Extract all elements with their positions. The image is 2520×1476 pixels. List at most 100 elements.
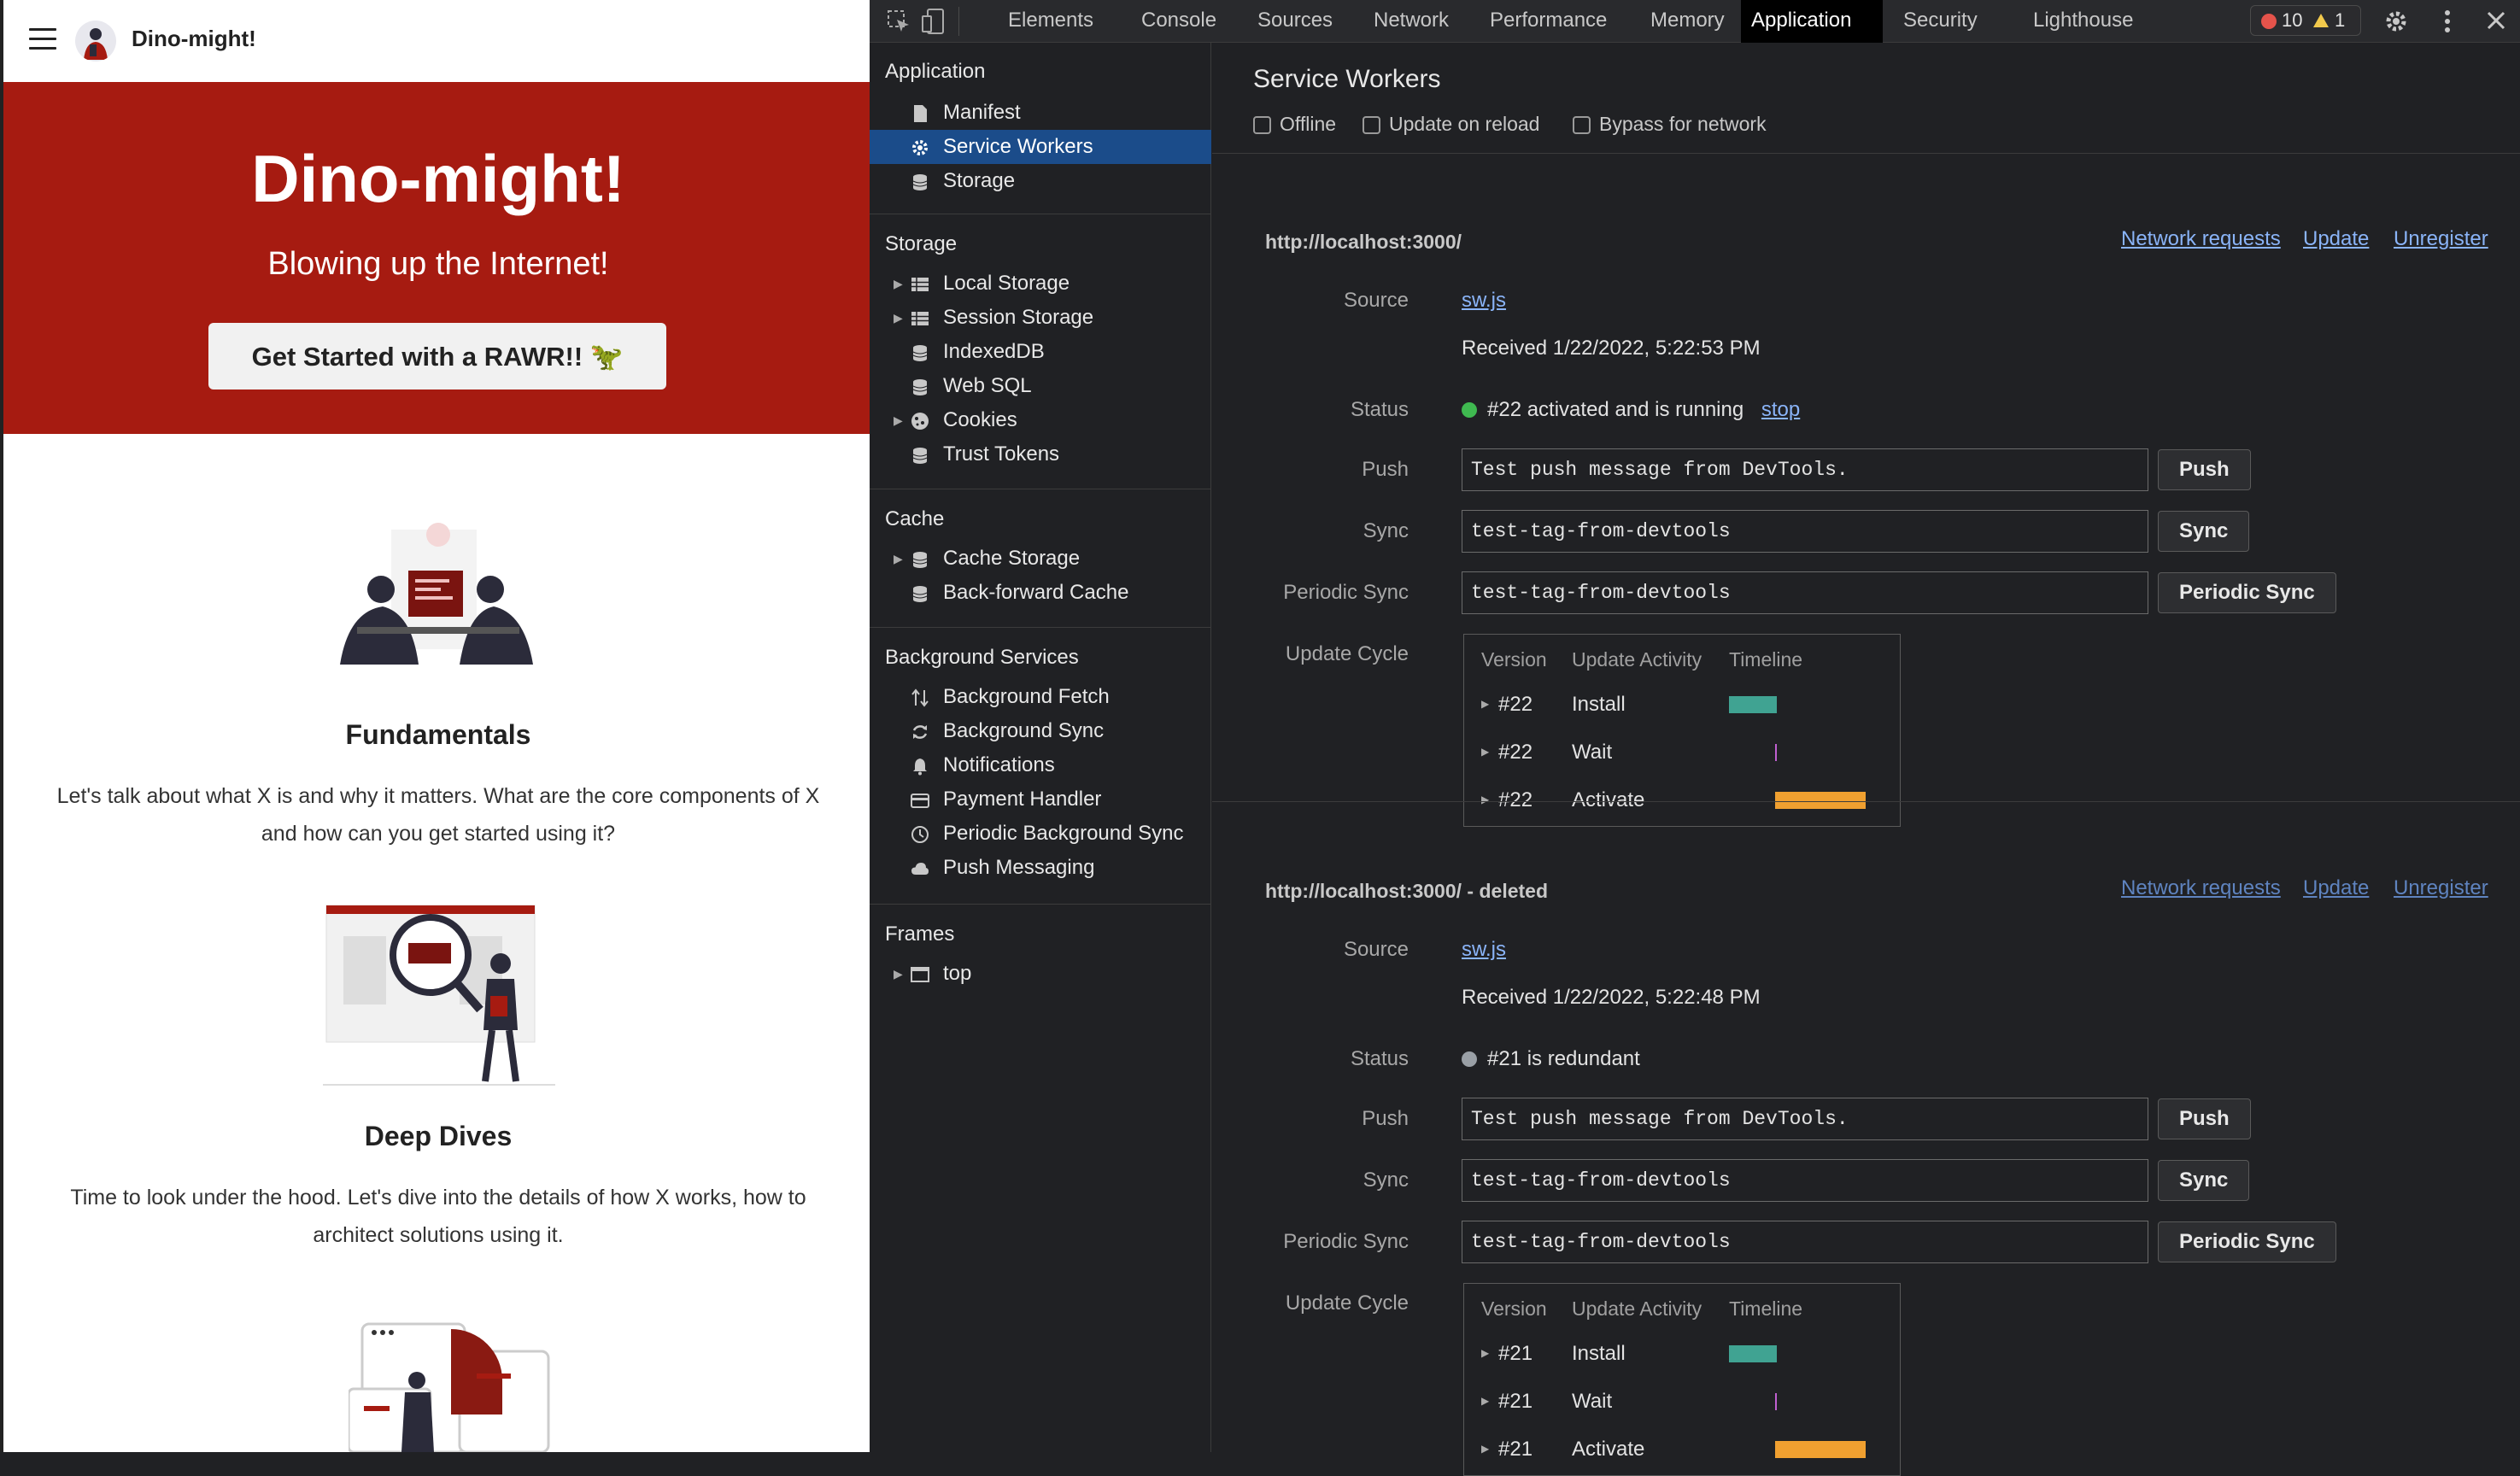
settings-gear-icon[interactable] [2383, 9, 2409, 34]
fundamentals-title: Fundamentals [345, 719, 531, 750]
sidebar-item-manifest[interactable]: Manifest [870, 96, 1211, 130]
source-link[interactable]: sw.js [1462, 938, 1506, 962]
error-icon [2261, 14, 2277, 29]
worker-status: #22 activated and is running stop [1462, 398, 1800, 422]
cycle-row-activity: Install [1572, 1342, 1626, 1365]
service-worker-entry-deleted: http://localhost:3000/ - deleted Network… [1212, 803, 2520, 1476]
unregister-link[interactable]: Unregister [2394, 876, 2488, 900]
push-button[interactable]: Push [2158, 1098, 2251, 1139]
update-link[interactable]: Update [2303, 876, 2369, 900]
sidebar-item-periodic-background-sync[interactable]: Periodic Background Sync [870, 817, 1211, 851]
hamburger-menu-icon[interactable] [29, 28, 56, 50]
sidebar-item-trust-tokens[interactable]: Trust Tokens [870, 437, 1211, 472]
wait-timeline-bar [1775, 744, 1777, 761]
worker-origin: http://localhost:3000/ - deleted [1265, 880, 1548, 902]
tab-console[interactable]: Console [1133, 0, 1225, 43]
unregister-link[interactable]: Unregister [2394, 227, 2488, 251]
periodic-sync-tag-input[interactable]: test-tag-from-devtools [1462, 1221, 2148, 1263]
bell-icon [913, 758, 927, 776]
expand-triangle-icon[interactable]: ▶ [894, 301, 903, 335]
get-started-button[interactable]: Get Started with a RAWR!! 🦖 [208, 323, 666, 390]
tab-application[interactable]: Application [1741, 0, 1883, 43]
source-label: Source [1343, 938, 1409, 961]
device-toolbar-icon[interactable] [921, 8, 946, 35]
sidebar-item-service-workers[interactable]: Service Workers [870, 130, 1211, 164]
tab-performance[interactable]: Performance [1481, 0, 1615, 43]
update-link[interactable]: Update [2303, 227, 2369, 251]
sidebar-heading-cache: Cache [885, 507, 945, 530]
expand-triangle-icon[interactable]: ▶ [894, 542, 903, 576]
sidebar-item-web-sql[interactable]: Web SQL [870, 369, 1211, 403]
issue-counter[interactable]: 10 1 [2250, 5, 2361, 36]
periodic-sync-button[interactable]: Periodic Sync [2158, 1221, 2336, 1262]
sidebar-item-cache-storage[interactable]: ▶ Cache Storage [870, 542, 1211, 576]
inspect-element-icon[interactable] [887, 9, 911, 33]
expand-triangle-icon[interactable]: ▶ [894, 403, 903, 437]
sidebar-item-session-storage[interactable]: ▶ Session Storage [870, 301, 1211, 335]
cycle-row-version[interactable]: ▶ #21 [1481, 1390, 1533, 1414]
sidebar-item-payment-handler[interactable]: Payment Handler [870, 782, 1211, 817]
tab-security[interactable]: Security [1895, 0, 1986, 43]
push-button[interactable]: Push [2158, 449, 2251, 490]
install-timeline-bar [1729, 696, 1777, 713]
sync-label: Sync [1363, 1168, 1409, 1192]
expand-triangle-icon[interactable]: ▶ [894, 957, 903, 991]
cycle-row-version[interactable]: ▶ #21 [1481, 1342, 1533, 1366]
tab-network[interactable]: Network [1365, 0, 1457, 43]
cycle-row-activity: Install [1572, 693, 1626, 716]
bypass-for-network-checkbox[interactable]: Bypass for network [1573, 113, 1767, 136]
tab-elements[interactable]: Elements [999, 0, 1102, 43]
push-message-input[interactable]: Test push message from DevTools. [1462, 448, 2148, 491]
sidebar-item-notifications[interactable]: Notifications [870, 748, 1211, 782]
network-requests-link[interactable]: Network requests [2121, 227, 2281, 251]
source-label: Source [1343, 289, 1409, 312]
sidebar-item-local-storage[interactable]: ▶ Local Storage [870, 266, 1211, 301]
expand-triangle-icon[interactable]: ▶ [894, 266, 903, 301]
update-cycle-table: Version Update Activity Timeline ▶ #22 In… [1463, 634, 1901, 827]
sync-button[interactable]: Sync [2158, 1160, 2250, 1201]
sidebar-item-background-sync[interactable]: Background Sync [870, 714, 1211, 748]
sidebar-item-cookies[interactable]: ▶ Cookies [870, 403, 1211, 437]
cycle-row-version[interactable]: ▶ #22 [1481, 693, 1533, 717]
sidebar-item-push-messaging[interactable]: Push Messaging [870, 851, 1211, 885]
service-workers-header: Service Workers Offline Update on reload… [1212, 43, 2520, 154]
warning-icon [2313, 14, 2329, 27]
update-on-reload-checkbox[interactable]: Update on reload [1363, 113, 1539, 136]
periodic-sync-tag-input[interactable]: test-tag-from-devtools [1462, 571, 2148, 614]
table-grid-icon [911, 278, 929, 291]
periodic-sync-button[interactable]: Periodic Sync [2158, 572, 2336, 613]
sidebar-item-storage-overview[interactable]: Storage [870, 164, 1211, 198]
sync-tag-input[interactable]: test-tag-from-devtools [1462, 1159, 2148, 1202]
sync-tag-input[interactable]: test-tag-from-devtools [1462, 510, 2148, 553]
sidebar-item-back-forward-cache[interactable]: Back-forward Cache [870, 576, 1211, 610]
sync-label: Sync [1363, 519, 1409, 542]
wait-timeline-bar [1775, 1393, 1777, 1410]
sidebar-item-frame-top[interactable]: ▶ top [870, 957, 1211, 991]
tab-sources[interactable]: Sources [1249, 0, 1341, 43]
stop-link[interactable]: stop [1761, 398, 1800, 421]
activate-timeline-bar [1775, 1441, 1866, 1458]
worker-status: #21 is redundant [1462, 1047, 1640, 1071]
cycle-row-version[interactable]: ▶ #21 [1481, 1438, 1533, 1461]
cycle-header-version: Version [1481, 648, 1547, 671]
close-devtools-icon[interactable] [2486, 10, 2506, 31]
more-options-icon[interactable] [2443, 9, 2452, 34]
application-sidebar: Application Manifest Service Workers Sto… [870, 43, 1211, 1452]
site-title[interactable]: Dino-might! [132, 26, 256, 52]
sidebar-item-background-fetch[interactable]: Background Fetch [870, 680, 1211, 714]
network-requests-link[interactable]: Network requests [2121, 876, 2281, 900]
offline-checkbox[interactable]: Offline [1253, 113, 1336, 136]
source-link[interactable]: sw.js [1462, 289, 1506, 313]
tab-memory[interactable]: Memory [1642, 0, 1733, 43]
website-viewport: Dino-might! Dino-might! Blowing up the I… [0, 0, 870, 1452]
push-message-input[interactable]: Test push message from DevTools. [1462, 1098, 2148, 1140]
sync-button[interactable]: Sync [2158, 511, 2250, 552]
cycle-header-version: Version [1481, 1297, 1547, 1320]
cycle-row-activity: Wait [1572, 741, 1613, 764]
worker-origin: http://localhost:3000/ [1265, 231, 1462, 253]
sidebar-item-indexeddb[interactable]: IndexedDB [870, 335, 1211, 369]
warning-count: 1 [2335, 9, 2346, 31]
tab-lighthouse[interactable]: Lighthouse [2025, 0, 2142, 43]
cycle-row-version[interactable]: ▶ #22 [1481, 741, 1533, 764]
deep-dives-illustration [323, 905, 555, 1086]
